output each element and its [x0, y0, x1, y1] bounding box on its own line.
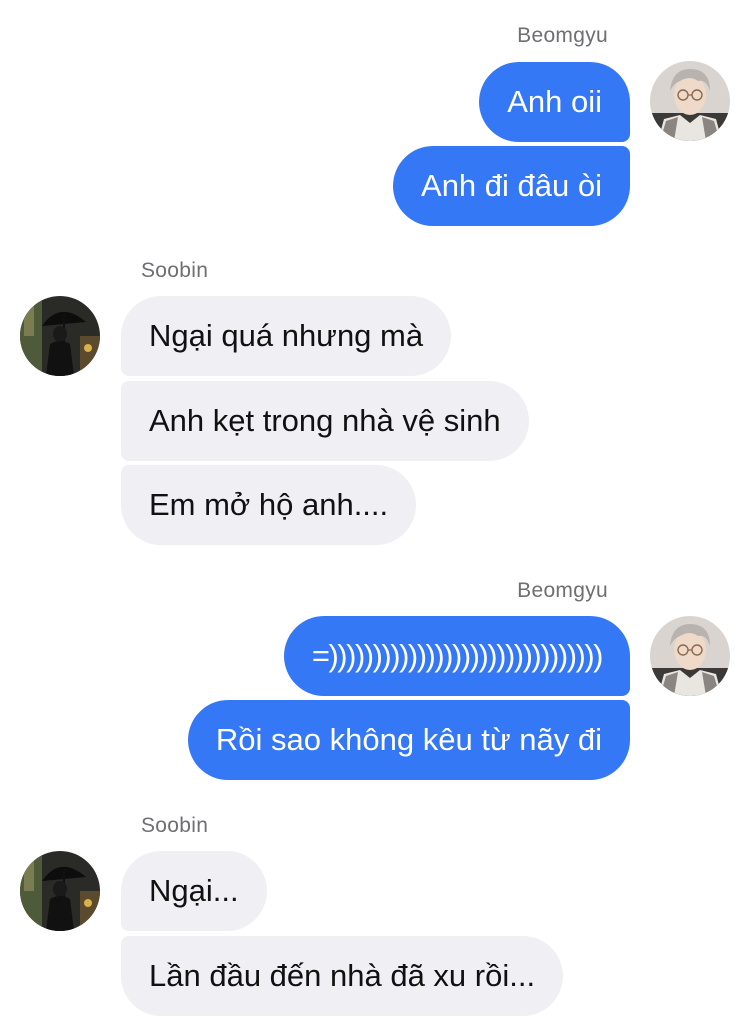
message-bubble-outgoing[interactable]: Rồi sao không kêu từ nãy đi [187, 700, 630, 780]
message-bubble-incoming[interactable]: Em mở hộ anh.... [121, 465, 417, 545]
soobin-avatar-icon[interactable] [20, 851, 100, 931]
sender-name-beomgyu: Beomgyu [517, 579, 608, 602]
message-bubble-outgoing[interactable]: Anh oii [479, 62, 630, 142]
sender-name-soobin: Soobin [141, 259, 209, 282]
message-bubble-incoming[interactable]: Anh kẹt trong nhà vệ sinh [121, 381, 529, 461]
soobin-avatar-icon[interactable] [20, 296, 100, 376]
message-bubble-incoming[interactable]: Ngại quá nhưng mà [121, 296, 452, 376]
message-bubble-outgoing[interactable]: =))))))))))))))))))))))))))))))) [283, 616, 630, 696]
message-bubble-outgoing[interactable]: Anh đi đâu òi [393, 146, 630, 226]
sender-name-beomgyu: Beomgyu [517, 24, 608, 47]
sender-name-soobin: Soobin [141, 814, 209, 837]
message-bubble-incoming[interactable]: Ngại... [121, 851, 267, 931]
beomgyu-avatar-icon[interactable] [650, 616, 730, 696]
beomgyu-avatar-icon[interactable] [650, 61, 730, 141]
message-bubble-incoming[interactable]: Lần đầu đến nhà đã xu rồi... [121, 936, 564, 1016]
